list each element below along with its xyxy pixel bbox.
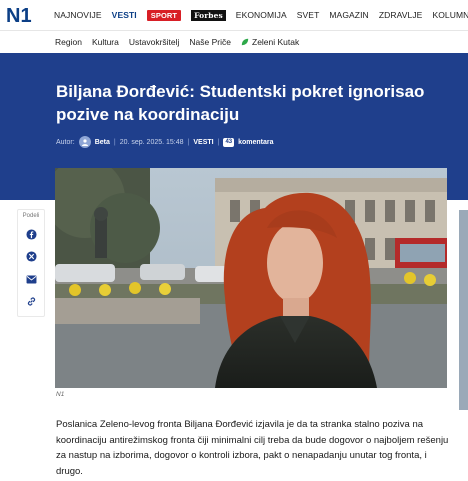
share-rail: Podeli	[17, 209, 45, 317]
facebook-share-button[interactable]	[23, 226, 39, 242]
subnav-region[interactable]: Region	[55, 37, 82, 47]
facebook-icon	[25, 228, 37, 240]
article-lead-paragraph: Poslanica Zeleno-levog fronta Biljana Đo…	[56, 419, 449, 477]
nav-svet[interactable]: SVET	[297, 10, 320, 20]
publish-date: 20. sep. 2025. 15:48	[119, 138, 184, 146]
nav-magazin[interactable]: MAGAZIN	[329, 10, 368, 20]
nav-najnovije[interactable]: NAJNOVIJE	[54, 10, 102, 20]
leaf-icon	[241, 38, 249, 46]
mail-share-button[interactable]	[23, 271, 39, 287]
share-label: Podeli	[22, 213, 40, 219]
nav-sport[interactable]: SPORT	[146, 9, 182, 21]
author-name[interactable]: Beta	[95, 139, 110, 146]
subnav-zeleni-kutak-label: Zeleni Kutak	[252, 37, 300, 47]
author-label: Autor:	[56, 138, 75, 146]
side-ad-strip	[459, 210, 468, 410]
nav-kolumne[interactable]: KOLUMNE	[432, 10, 468, 20]
link-icon	[27, 296, 35, 306]
subnav-kultura[interactable]: Kultura	[92, 37, 119, 47]
nav-vesti[interactable]: VESTI	[112, 10, 137, 20]
n1-logo[interactable]: N1	[6, 4, 42, 27]
article-photo[interactable]	[55, 168, 447, 388]
photo-credit: N1	[56, 391, 65, 398]
article-title: Biljana Đorđević: Studentski pokret igno…	[56, 82, 425, 124]
subnav-zeleni-kutak[interactable]: Zeleni Kutak	[241, 37, 299, 47]
x-icon	[25, 250, 37, 262]
copy-link-button[interactable]	[23, 293, 39, 309]
subnav-ustavokrsitelj[interactable]: Ustavokršitelj	[129, 37, 180, 47]
svg-text:N1: N1	[6, 5, 32, 26]
author-avatar[interactable]	[78, 136, 91, 148]
article-section[interactable]: VESTI	[193, 139, 213, 146]
comment-count-badge[interactable]: 43	[223, 137, 235, 147]
comments-link[interactable]: komentara	[238, 139, 273, 146]
nav-ekonomija[interactable]: EKONOMIJA	[236, 10, 287, 20]
sub-navigation: Region Kultura Ustavokršitelj Naše Priče…	[0, 31, 468, 53]
top-navigation: N1 NAJNOVIJE VESTI SPORT Forbes EKONOMIJ…	[0, 0, 468, 30]
nav-zdravlje[interactable]: ZDRAVLJE	[379, 10, 423, 20]
subnav-nase-price[interactable]: Naše Priče	[189, 37, 231, 47]
nav-forbes[interactable]: Forbes	[191, 9, 226, 21]
x-share-button[interactable]	[23, 248, 39, 264]
mail-icon	[26, 274, 36, 284]
user-icon	[81, 139, 88, 146]
article-meta: Autor: Beta | 20. sep. 2025. 15:48 | VES…	[56, 136, 274, 148]
